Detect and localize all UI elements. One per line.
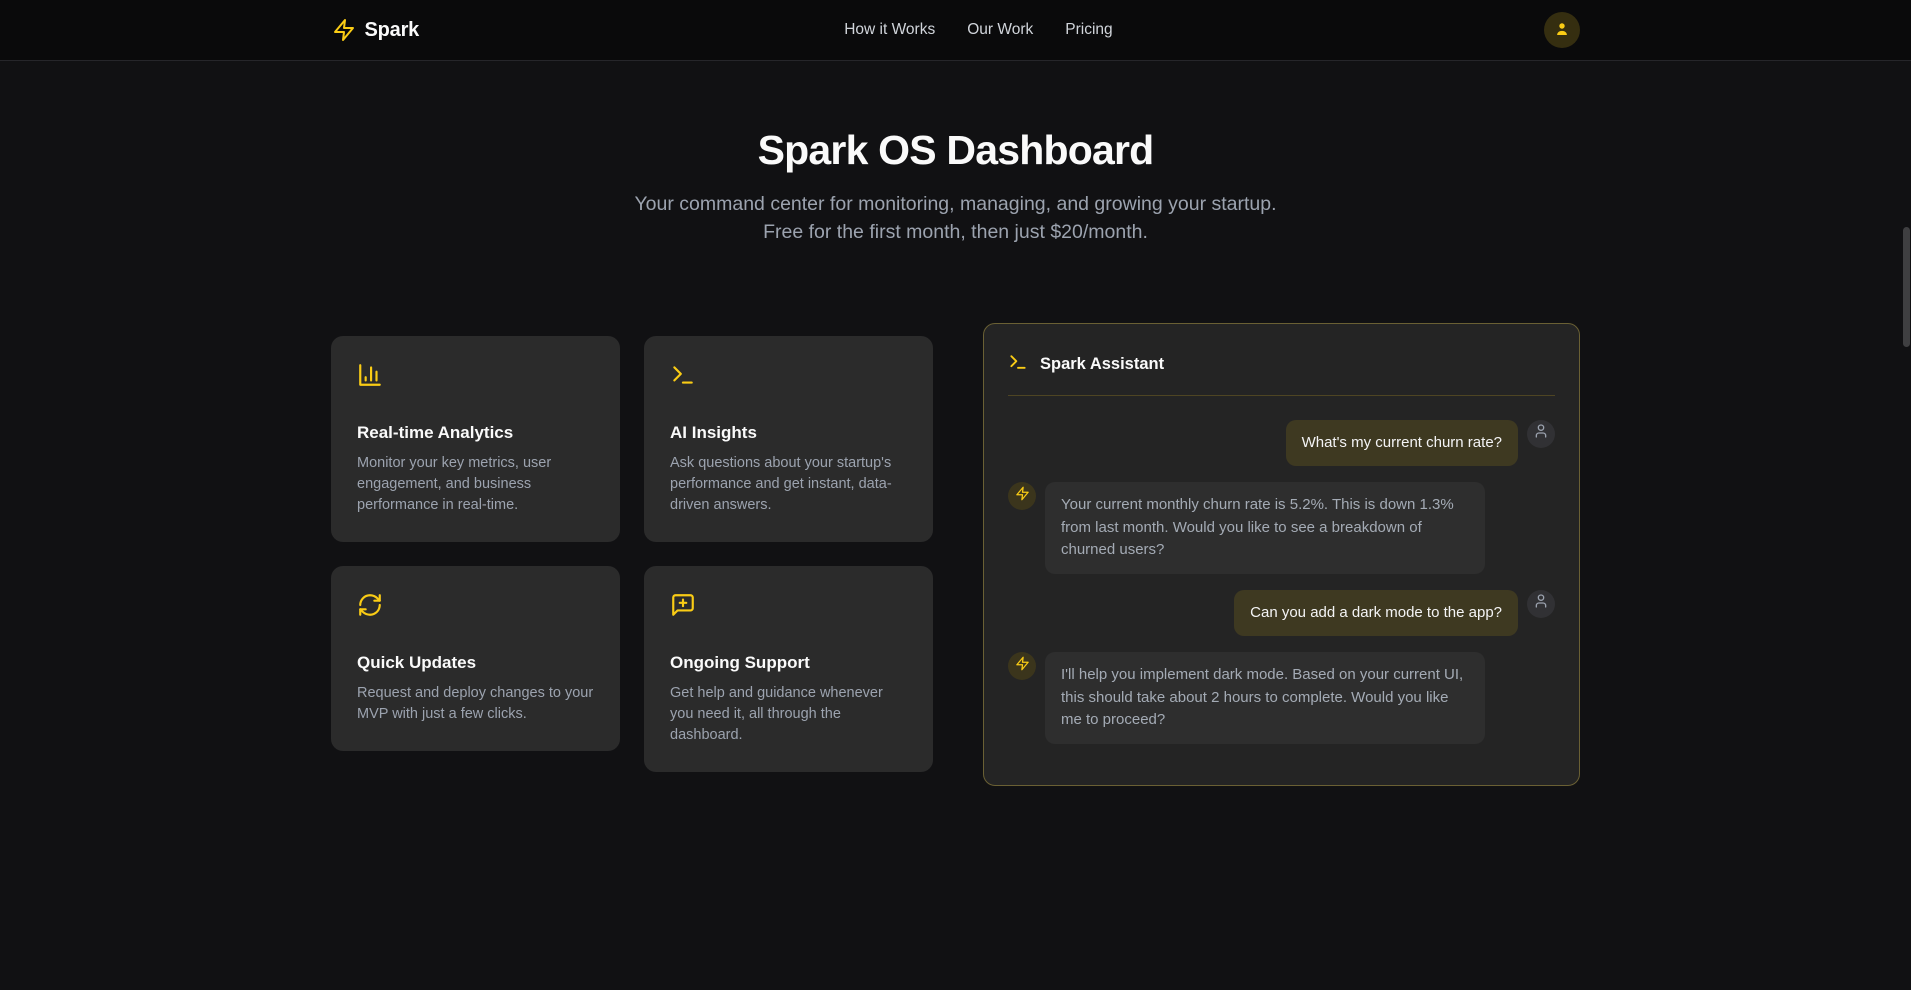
feature-card-ai-insights: AI Insights Ask questions about your sta…: [644, 336, 933, 542]
feature-grid: Real-time Analytics Monitor your key met…: [331, 336, 933, 772]
assistant-avatar: [1008, 652, 1036, 680]
zap-icon: [1015, 656, 1030, 676]
feature-title: AI Insights: [670, 423, 907, 443]
user-message-bubble: What's my current churn rate?: [1286, 420, 1518, 467]
user-avatar: [1527, 420, 1555, 448]
feature-card-realtime-analytics: Real-time Analytics Monitor your key met…: [331, 336, 620, 542]
nav-link-how-it-works[interactable]: How it Works: [844, 21, 935, 39]
content-row: Real-time Analytics Monitor your key met…: [0, 323, 1911, 786]
account-avatar-button[interactable]: [1544, 12, 1580, 48]
refresh-icon: [357, 592, 594, 623]
nav-links: How it Works Our Work Pricing: [844, 21, 1112, 39]
spark-assistant-panel: Spark Assistant What's my current churn …: [983, 323, 1580, 786]
chat-divider: [1008, 395, 1555, 396]
feature-description: Ask questions about your startup's perfo…: [670, 453, 907, 516]
nav-link-pricing[interactable]: Pricing: [1065, 21, 1112, 39]
feature-card-quick-updates: Quick Updates Request and deploy changes…: [331, 566, 620, 751]
nav-link-our-work[interactable]: Our Work: [967, 21, 1033, 39]
brand-logo[interactable]: Spark: [332, 18, 420, 42]
feature-title: Real-time Analytics: [357, 423, 594, 443]
assistant-avatar: [1008, 482, 1036, 510]
user-avatar: [1527, 590, 1555, 618]
chat-header: Spark Assistant: [1008, 348, 1555, 377]
page-subtitle: Your command center for monitoring, mana…: [616, 190, 1296, 247]
chat-message-user: What's my current churn rate?: [1008, 420, 1555, 467]
brand-name: Spark: [365, 19, 420, 42]
vertical-scrollbar[interactable]: [1903, 227, 1910, 347]
zap-icon: [1015, 486, 1030, 506]
user-icon: [1553, 20, 1571, 41]
user-message-bubble: Can you add a dark mode to the app?: [1234, 590, 1518, 637]
feature-title: Quick Updates: [357, 653, 594, 673]
bar-chart-icon: [357, 362, 594, 393]
feature-description: Request and deploy changes to your MVP w…: [357, 683, 594, 725]
chat-message-assistant: Your current monthly churn rate is 5.2%.…: [1008, 482, 1555, 574]
chat-message-user: Can you add a dark mode to the app?: [1008, 590, 1555, 637]
zap-icon: [332, 18, 356, 42]
assistant-message-bubble: Your current monthly churn rate is 5.2%.…: [1045, 482, 1485, 574]
chat-messages: What's my current churn rate? Your curre…: [1008, 420, 1555, 744]
chat-title: Spark Assistant: [1040, 355, 1164, 374]
feature-description: Get help and guidance whenever you need …: [670, 683, 907, 746]
feature-description: Monitor your key metrics, user engagemen…: [357, 453, 594, 516]
terminal-icon: [1008, 352, 1028, 377]
feature-title: Ongoing Support: [670, 653, 907, 673]
user-icon: [1533, 593, 1549, 614]
terminal-icon: [670, 362, 907, 393]
page-title: Spark OS Dashboard: [0, 127, 1911, 174]
message-square-plus-icon: [670, 592, 907, 623]
user-icon: [1533, 423, 1549, 444]
chat-message-assistant: I'll help you implement dark mode. Based…: [1008, 652, 1555, 744]
assistant-message-bubble: I'll help you implement dark mode. Based…: [1045, 652, 1485, 744]
feature-card-ongoing-support: Ongoing Support Get help and guidance wh…: [644, 566, 933, 772]
hero-section: Spark OS Dashboard Your command center f…: [0, 127, 1911, 247]
navbar: Spark How it Works Our Work Pricing: [0, 0, 1911, 61]
